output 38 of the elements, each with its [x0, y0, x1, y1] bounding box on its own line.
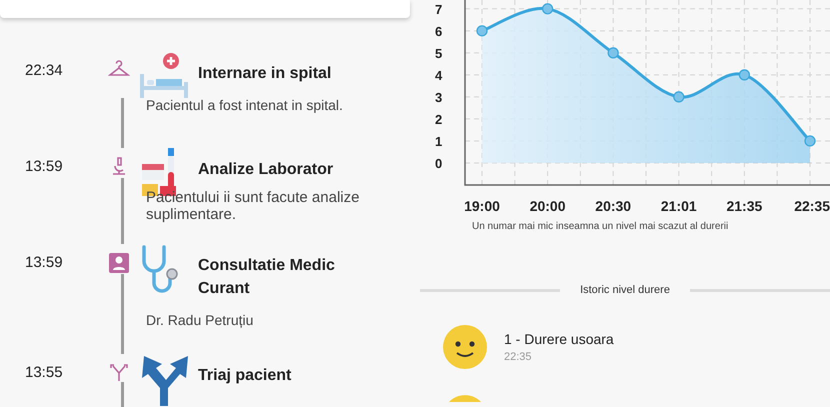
x-tick-label: 20:30 [595, 198, 632, 214]
data-point [608, 47, 619, 58]
fork-arrow-icon [109, 362, 129, 382]
y-tick-label: 6 [435, 24, 442, 39]
x-tick-label: 19:00 [464, 198, 500, 214]
y-tick-label: 4 [435, 68, 442, 83]
section-title: Istoric nivel durere [580, 284, 670, 296]
event-time: 13:59 [24, 253, 64, 271]
event-title: Consultatie Medic Curant [198, 256, 336, 299]
pain-level: 1 - Durere usoara [504, 331, 614, 347]
event-title: Triaj pacient [198, 366, 292, 386]
event-detail: Dr. Radu Petruțiu [146, 312, 254, 329]
event-detail: Pacientului ii sunt facute analize suplimentare. [146, 189, 360, 223]
data-point [476, 25, 488, 36]
smiley-icon [442, 324, 488, 370]
data-point [738, 69, 750, 80]
x-tick-label: 21:35 [726, 198, 762, 214]
event-title: Internare in spital [198, 64, 332, 84]
event-detail: Pacientul a fost intenat in spital. [146, 97, 344, 114]
y-tick-label: 7 [435, 2, 442, 17]
hospital-bed-icon [138, 52, 190, 100]
y-tick-label: 3 [435, 90, 442, 105]
chart-caption: Un numar mai mic inseamna un nivel mai scazut al durerii [472, 221, 730, 232]
y-tick-label: 2 [435, 112, 442, 127]
event-title: Analize Laborator [198, 160, 334, 180]
data-point [804, 135, 816, 147]
x-tick-label: 21:01 [660, 198, 697, 214]
x-tick-label: 22:35 [794, 198, 830, 214]
data-point [542, 3, 554, 14]
data-point [673, 91, 684, 102]
event-time: 22:34 [24, 61, 64, 79]
event-time: 13:55 [24, 363, 64, 381]
event-time: 13:59 [24, 157, 64, 175]
y-tick-label: 5 [435, 46, 442, 61]
entry-time: 22:35 [504, 351, 533, 363]
x-tick-label: 20:00 [530, 198, 566, 214]
y-tick-label: 1 [435, 134, 442, 149]
y-tick-label: 0 [435, 156, 442, 171]
